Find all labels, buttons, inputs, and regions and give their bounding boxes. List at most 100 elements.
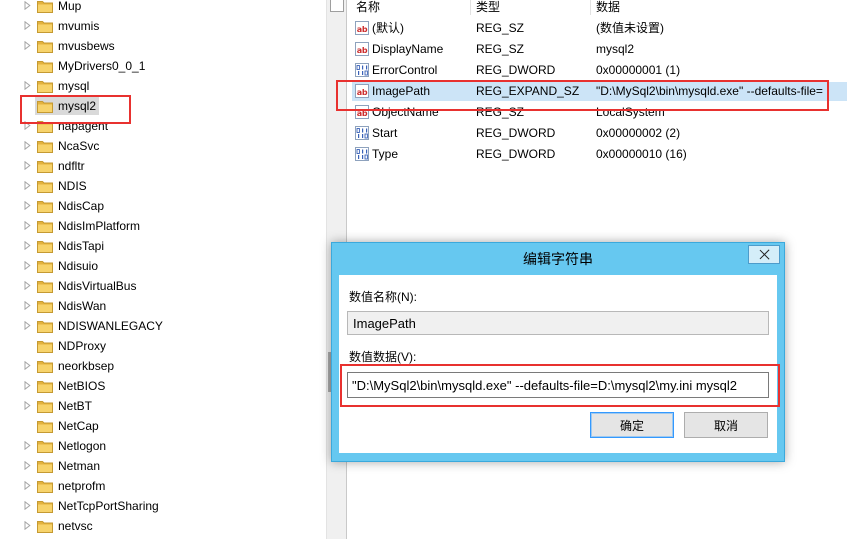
tree-item-node[interactable]: MyDrivers0_0_1 xyxy=(35,57,148,75)
tree-item[interactable]: neorkbsep xyxy=(0,356,326,376)
tree-item-node[interactable]: NdisImPlatform xyxy=(35,217,143,235)
tree-item[interactable]: MyDrivers0_0_1 xyxy=(0,56,326,76)
expand-arrow-icon[interactable] xyxy=(24,500,31,511)
tree-item-node[interactable]: NDIS xyxy=(35,177,90,195)
tree-item[interactable]: mysql2 xyxy=(0,96,326,116)
expand-arrow-icon[interactable] xyxy=(24,380,31,391)
tree-item-node[interactable]: mvumis xyxy=(35,17,102,35)
value-name-label: 数值名称(N): xyxy=(349,290,417,304)
registry-key-tree[interactable]: Mup mvumis mvusbews MyDrivers0_0_1mysql mysq… xyxy=(0,0,326,539)
expand-arrow-icon[interactable] xyxy=(24,80,31,91)
tree-item[interactable]: NetBIOS xyxy=(0,376,326,396)
tree-item[interactable]: mysql xyxy=(0,76,326,96)
tree-item-node[interactable]: napagent xyxy=(35,117,111,135)
value-row[interactable]: Type REG_DWORD 0x00000010 (16) xyxy=(347,144,847,164)
value-name-field[interactable] xyxy=(347,311,769,335)
expand-arrow-icon[interactable] xyxy=(24,520,31,531)
tree-item-node[interactable]: netvsc xyxy=(35,517,96,535)
value-row[interactable]: ab DisplayName REG_SZ mysql2 xyxy=(347,39,847,59)
value-row[interactable]: ab ImagePath REG_EXPAND_SZ "D:\MySql2\bin\m… xyxy=(347,81,847,101)
tree-item-node[interactable]: NdisVirtualBus xyxy=(35,277,139,295)
tree-item[interactable]: mvusbews xyxy=(0,36,326,56)
expand-arrow-icon[interactable] xyxy=(24,0,31,11)
dialog-title: 编辑字符串 xyxy=(523,251,593,267)
value-row[interactable]: Start REG_DWORD 0x00000002 (2) xyxy=(347,123,847,143)
column-divider[interactable] xyxy=(590,0,591,15)
tree-item-node[interactable]: NetBIOS xyxy=(35,377,108,395)
tree-item[interactable]: NDIS xyxy=(0,176,326,196)
tree-item[interactable]: NcaSvc xyxy=(0,136,326,156)
expand-arrow-icon[interactable] xyxy=(24,400,31,411)
column-header-data[interactable]: 数据 xyxy=(596,0,620,14)
value-data-field[interactable] xyxy=(347,372,769,398)
tree-item-node[interactable]: NDISWANLEGACY xyxy=(35,317,166,335)
tree-item-node[interactable]: NcaSvc xyxy=(35,137,102,155)
tree-item[interactable]: NDProxy xyxy=(0,336,326,356)
expand-arrow-icon[interactable] xyxy=(24,440,31,451)
expand-arrow-icon[interactable] xyxy=(24,20,31,31)
tree-item[interactable]: netprofm xyxy=(0,476,326,496)
tree-item-node[interactable]: netprofm xyxy=(35,477,108,495)
tree-item-node[interactable]: NdisWan xyxy=(35,297,109,315)
ok-button[interactable]: 确定 xyxy=(590,412,674,438)
expand-arrow-icon[interactable] xyxy=(24,460,31,471)
tree-item[interactable]: Netman xyxy=(0,456,326,476)
column-header-name[interactable]: 名称 xyxy=(356,0,380,14)
tree-item-node[interactable]: mysql2 xyxy=(35,97,100,115)
tree-item-node[interactable]: NdisCap xyxy=(35,197,107,215)
tree-item-node[interactable]: mysql xyxy=(35,77,92,95)
expand-arrow-icon[interactable] xyxy=(24,40,31,51)
scrollbar-button[interactable] xyxy=(330,0,344,12)
tree-item[interactable]: NdisImPlatform xyxy=(0,216,326,236)
folder-icon xyxy=(37,440,53,453)
expand-arrow-icon[interactable] xyxy=(24,280,31,291)
tree-item-node[interactable]: NetTcpPortSharing xyxy=(35,497,162,515)
tree-item[interactable]: NDISWANLEGACY xyxy=(0,316,326,336)
tree-item[interactable]: NdisCap xyxy=(0,196,326,216)
tree-item[interactable]: napagent xyxy=(0,116,326,136)
tree-item[interactable]: netvsc xyxy=(0,516,326,536)
expand-arrow-icon[interactable] xyxy=(24,200,31,211)
expand-arrow-icon[interactable] xyxy=(24,360,31,371)
tree-item-node[interactable]: neorkbsep xyxy=(35,357,117,375)
column-header-type[interactable]: 类型 xyxy=(476,0,500,14)
expand-arrow-icon[interactable] xyxy=(24,260,31,271)
tree-item[interactable]: NdisVirtualBus xyxy=(0,276,326,296)
tree-item-node[interactable]: ndfltr xyxy=(35,157,88,175)
expand-arrow-icon[interactable] xyxy=(24,320,31,331)
expand-arrow-icon[interactable] xyxy=(24,140,31,151)
value-row[interactable]: ab (默认) REG_SZ (数值未设置) xyxy=(347,18,847,38)
expand-arrow-icon[interactable] xyxy=(24,300,31,311)
expand-arrow-icon[interactable] xyxy=(24,240,31,251)
tree-item[interactable]: Mup xyxy=(0,0,326,16)
tree-item-node[interactable]: Mup xyxy=(35,0,84,15)
tree-item-node[interactable]: NDProxy xyxy=(35,337,109,355)
expand-arrow-icon[interactable] xyxy=(24,160,31,171)
value-row[interactable]: ab ObjectName REG_SZ LocalSystem xyxy=(347,102,847,122)
tree-item[interactable]: NetTcpPortSharing xyxy=(0,496,326,516)
tree-item-node[interactable]: NdisTapi xyxy=(35,237,107,255)
tree-item-node[interactable]: NetCap xyxy=(35,417,102,435)
tree-item[interactable]: Netlogon xyxy=(0,436,326,456)
value-row[interactable]: ErrorControl REG_DWORD 0x00000001 (1) xyxy=(347,60,847,80)
column-divider[interactable] xyxy=(470,0,471,15)
tree-item[interactable]: mvumis xyxy=(0,16,326,36)
tree-item[interactable]: NdisWan xyxy=(0,296,326,316)
expand-arrow-icon[interactable] xyxy=(24,180,31,191)
cancel-button[interactable]: 取消 xyxy=(684,412,768,438)
tree-item-node[interactable]: mvusbews xyxy=(35,37,118,55)
tree-item-node[interactable]: Netman xyxy=(35,457,103,475)
tree-item[interactable]: NetCap xyxy=(0,416,326,436)
tree-item[interactable]: NdisTapi xyxy=(0,236,326,256)
close-button[interactable] xyxy=(748,245,780,264)
expand-arrow-icon[interactable] xyxy=(24,120,31,131)
expand-arrow-icon[interactable] xyxy=(24,480,31,491)
tree-item[interactable]: Ndisuio xyxy=(0,256,326,276)
tree-item-node[interactable]: Netlogon xyxy=(35,437,109,455)
tree-item-node[interactable]: Ndisuio xyxy=(35,257,101,275)
folder-icon xyxy=(37,360,53,373)
tree-item-node[interactable]: NetBT xyxy=(35,397,95,415)
tree-item[interactable]: ndfltr xyxy=(0,156,326,176)
tree-item[interactable]: NetBT xyxy=(0,396,326,416)
expand-arrow-icon[interactable] xyxy=(24,220,31,231)
